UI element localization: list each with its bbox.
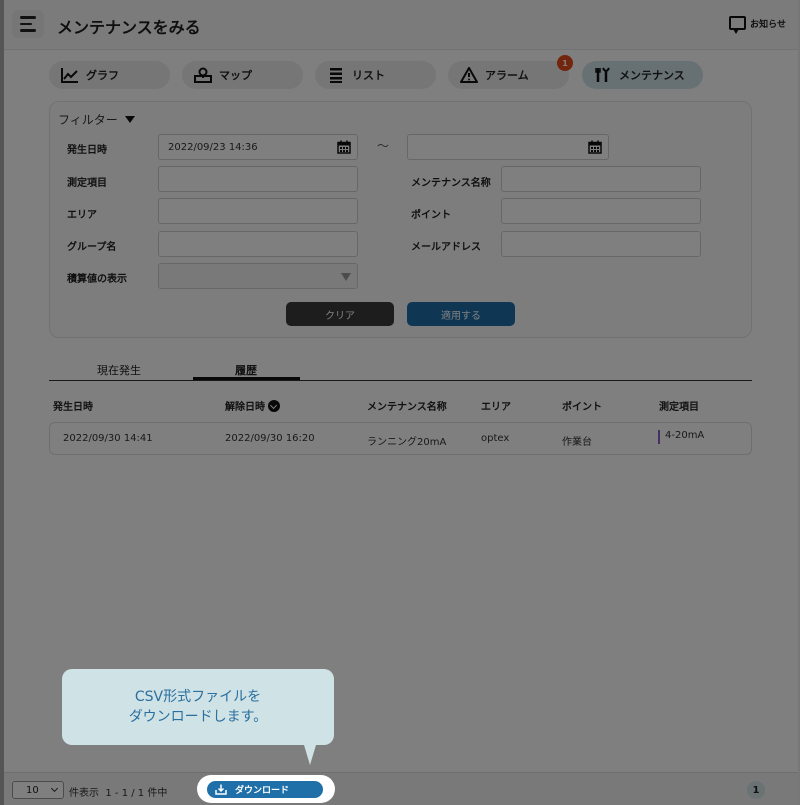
filter-title: フィルター bbox=[58, 113, 118, 127]
cell-maint-name: ランニング20mA bbox=[367, 437, 447, 448]
occurred-from-value: 2022/09/23 14:36 bbox=[168, 141, 258, 153]
col-area-label: エリア bbox=[481, 402, 511, 413]
subtab-current[interactable]: 現在発生 bbox=[97, 362, 141, 378]
tab-alarm-label: アラーム bbox=[485, 69, 529, 82]
range-text: 1 - 1 / 1 件中 bbox=[105, 788, 168, 799]
footer: 10 件表示 1 - 1 / 1 件中 1 bbox=[0, 772, 800, 805]
calendar-icon[interactable] bbox=[588, 140, 602, 154]
col-occurred-label: 発生日時 bbox=[53, 402, 93, 413]
cell-measure: 4-20mA bbox=[658, 430, 704, 444]
tab-graph[interactable]: グラフ bbox=[49, 61, 170, 89]
notice-label: お知らせ bbox=[750, 19, 786, 30]
download-icon bbox=[215, 784, 227, 795]
cumulative-select[interactable] bbox=[158, 263, 358, 289]
per-page-label: 件表示 bbox=[69, 788, 99, 799]
col-maint-name-label: メンテナンス名称 bbox=[367, 402, 447, 413]
col-released[interactable]: 解除日時 bbox=[225, 398, 280, 413]
clear-button[interactable]: クリア bbox=[286, 302, 394, 326]
measure-label: 測定項目 bbox=[67, 178, 107, 189]
mail-label: メールアドレス bbox=[411, 242, 481, 253]
cell-occurred: 2022/09/30 14:41 bbox=[63, 433, 153, 444]
group-label: グループ名 bbox=[67, 242, 117, 253]
col-area[interactable]: エリア bbox=[481, 398, 511, 413]
tab-alarm[interactable]: アラーム bbox=[448, 61, 569, 89]
maint-name-input[interactable] bbox=[501, 166, 701, 192]
tab-maintenance-label: メンテナンス bbox=[619, 69, 685, 82]
col-released-label: 解除日時 bbox=[225, 402, 265, 413]
range-separator: ～ bbox=[377, 139, 390, 153]
download-highlight: ダウンロード bbox=[197, 775, 335, 803]
menu-icon[interactable] bbox=[12, 10, 44, 38]
col-measure-label: 測定項目 bbox=[659, 402, 699, 413]
col-maint-name[interactable]: メンテナンス名称 bbox=[367, 398, 447, 413]
notice-button[interactable]: お知らせ bbox=[729, 16, 786, 34]
per-page-value: 10 bbox=[26, 784, 39, 796]
tooltip-line2: ダウンロードします。 bbox=[128, 709, 268, 725]
header: メンテナンスをみる お知らせ bbox=[0, 0, 800, 50]
chat-bubble-icon bbox=[729, 16, 747, 34]
page-info: 件表示 1 - 1 / 1 件中 bbox=[69, 784, 167, 799]
chevron-down-icon bbox=[50, 784, 59, 793]
sort-down-icon[interactable] bbox=[268, 399, 280, 412]
maint-name-label: メンテナンス名称 bbox=[411, 178, 491, 189]
calendar-icon[interactable] bbox=[337, 140, 351, 154]
cell-released: 2022/09/30 16:20 bbox=[225, 433, 315, 444]
subtab-history[interactable]: 履歴 bbox=[235, 362, 257, 378]
download-button[interactable]: ダウンロード bbox=[207, 781, 323, 798]
map-pin-icon bbox=[194, 67, 212, 83]
page-number-current[interactable]: 1 bbox=[747, 781, 765, 799]
triangle-down-icon bbox=[124, 116, 135, 123]
tab-graph-label: グラフ bbox=[86, 69, 119, 82]
list-icon bbox=[330, 68, 342, 83]
cell-point: 作業台 bbox=[562, 437, 592, 448]
area-input[interactable] bbox=[158, 198, 358, 224]
point-label: ポイント bbox=[411, 210, 451, 221]
col-occurred[interactable]: 発生日時 bbox=[53, 398, 93, 413]
page-title: メンテナンスをみる bbox=[57, 18, 201, 37]
tab-list-label: リスト bbox=[352, 69, 385, 82]
subtab-divider bbox=[49, 380, 752, 381]
tab-map-label: マップ bbox=[219, 69, 252, 82]
tools-icon bbox=[595, 67, 610, 82]
group-input[interactable] bbox=[158, 231, 358, 257]
tab-maintenance[interactable]: メンテナンス bbox=[582, 61, 703, 89]
tab-map[interactable]: マップ bbox=[182, 61, 303, 89]
warning-icon bbox=[460, 67, 478, 83]
download-label: ダウンロード bbox=[235, 786, 290, 796]
col-point[interactable]: ポイント bbox=[562, 398, 602, 413]
cumulative-label: 積算値の表示 bbox=[67, 274, 127, 285]
occurred-to-input[interactable] bbox=[407, 134, 609, 160]
chart-line-icon bbox=[61, 68, 78, 83]
mail-input[interactable] bbox=[501, 231, 701, 257]
filter-toggle[interactable]: フィルター bbox=[58, 111, 135, 128]
caret-down-icon bbox=[341, 273, 351, 281]
tab-list[interactable]: リスト bbox=[315, 61, 436, 89]
window-edge-left bbox=[0, 0, 4, 805]
cell-area: optex bbox=[481, 433, 510, 444]
apply-button[interactable]: 適用する bbox=[407, 302, 515, 326]
area-label: エリア bbox=[67, 210, 97, 221]
occurred-from-input[interactable]: 2022/09/23 14:36 bbox=[158, 134, 358, 160]
col-point-label: ポイント bbox=[562, 402, 602, 413]
col-measure[interactable]: 測定項目 bbox=[659, 398, 699, 413]
table-row[interactable]: 2022/09/30 14:41 2022/09/30 16:20 ランニング2… bbox=[49, 422, 752, 455]
tooltip-line1: CSV形式ファイルを bbox=[134, 689, 262, 705]
tooltip: CSV形式ファイルを ダウンロードします。 bbox=[62, 669, 334, 765]
measure-input[interactable] bbox=[158, 166, 358, 192]
per-page-select[interactable]: 10 bbox=[12, 781, 64, 799]
point-input[interactable] bbox=[501, 198, 701, 224]
occurred-label: 発生日時 bbox=[67, 145, 107, 156]
alarm-badge: 1 bbox=[557, 55, 573, 71]
